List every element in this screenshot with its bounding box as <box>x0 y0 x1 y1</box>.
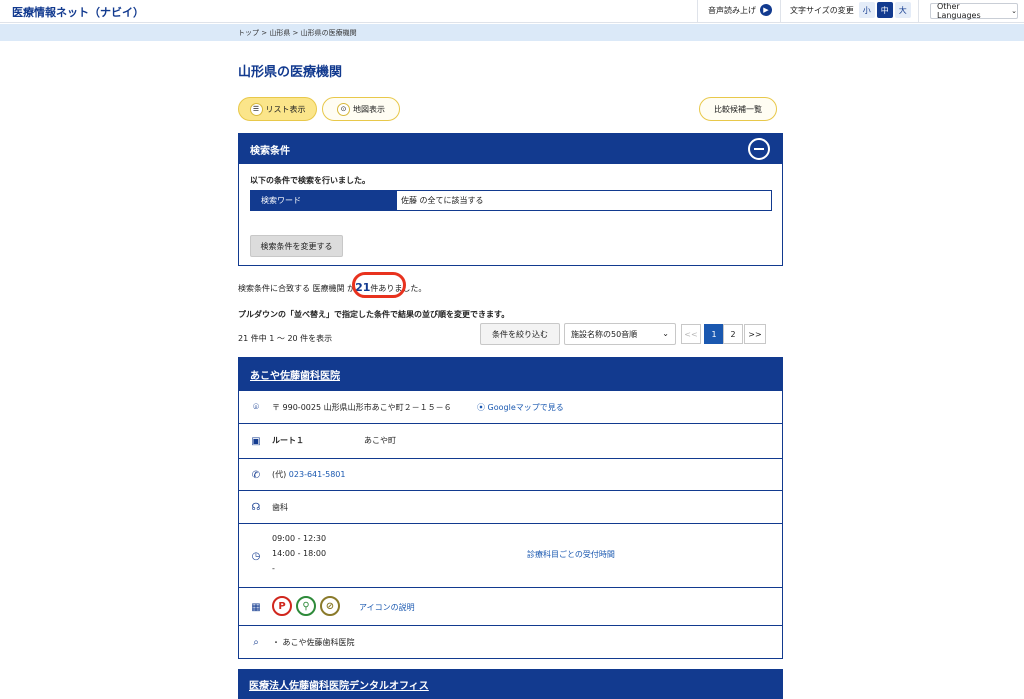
hours-row: ◷ 09:00 - 12:30 14:00 - 18:00 - 診療科目ごとの受… <box>239 523 782 587</box>
list-view-label: リスト表示 <box>265 104 306 114</box>
list-view-button[interactable]: ☰ リスト表示 <box>238 97 317 121</box>
pagination-page-1[interactable]: 1 <box>704 324 724 344</box>
search-keyword-key: 検索ワード <box>251 191 397 210</box>
site-title[interactable]: 医療情報ネット（ナビイ） <box>12 4 144 20</box>
font-size-label: 文字サイズの変更 <box>790 5 854 15</box>
voice-reader-label: 音声読み上げ <box>708 5 756 15</box>
facility-name-link[interactable]: あこや佐藤歯科医院 <box>250 367 340 382</box>
sort-select-value: 施設名称の50音順 <box>571 329 638 339</box>
pagination-page-2[interactable]: 2 <box>723 324 743 344</box>
collapse-icon[interactable] <box>748 138 770 160</box>
top-bar: 医療情報ネット（ナビイ） 音声読み上げ ▶ 文字サイズの変更 小 中 大 Oth… <box>0 0 1024 23</box>
hours-3: - <box>272 564 275 573</box>
voice-reader[interactable]: 音声読み上げ ▶ <box>708 4 772 16</box>
divider <box>918 0 919 23</box>
search-keyword-value: 佐藤 の全てに該当する <box>401 196 484 205</box>
facility-alias: ・ あこや佐藤歯科医院 <box>272 638 355 647</box>
route-row: ▣ ルート１ あこや町 <box>239 423 782 458</box>
hours-2: 14:00 - 18:00 <box>272 549 327 558</box>
google-map-link[interactable]: ⦿ Googleマップで見る <box>477 402 564 413</box>
language-label: Other Languages <box>937 2 981 20</box>
feature-badges: P ⚲ ⊘ <box>272 596 344 616</box>
page-title: 山形県の医療機関 <box>238 65 343 80</box>
divider <box>780 0 781 23</box>
clock-icon: ◷ <box>251 550 261 562</box>
sort-note: プルダウンの「並べ替え」で指定した条件で結果の並び順を変更できます。 <box>238 310 510 319</box>
department-row: ☊ 歯科 <box>239 490 782 523</box>
play-icon[interactable]: ▶ <box>760 4 772 16</box>
search-conditions-header: 検索条件 <box>239 134 782 164</box>
no-smoking-icon: ⊘ <box>320 596 340 616</box>
search-conditions-panel: 検索条件 以下の条件で検索を行いました。 検索ワード 佐藤 の全てに該当する 検… <box>238 133 783 266</box>
font-size-switcher: 文字サイズの変更 小 中 大 <box>790 2 911 18</box>
font-size-small-button[interactable]: 小 <box>858 2 875 18</box>
phone-icon: ✆ <box>251 469 261 481</box>
phone-text: (代) 023-641-5801 <box>272 469 345 480</box>
result-range: 21 件中 1 ～ 20 件を表示 <box>238 334 333 343</box>
chevron-down-icon: ⌄ <box>662 329 669 338</box>
font-size-medium-button[interactable]: 中 <box>876 2 893 18</box>
facility-icons-row: ▦ P ⚲ ⊘ アイコンの説明 <box>239 587 782 625</box>
breadcrumb-bar: トップ > 山形県 > 山形県の医療機関 <box>0 24 1024 41</box>
search-icon: ⌕ <box>253 636 259 648</box>
hours-by-department-link[interactable]: 診療科目ごとの受付時間 <box>527 549 615 560</box>
bus-icon: ▣ <box>251 435 261 447</box>
hours-1: 09:00 - 12:30 <box>272 534 327 543</box>
pagination-prev[interactable]: << <box>681 324 701 344</box>
filter-button[interactable]: 条件を絞り込む <box>480 323 560 345</box>
compare-list-button[interactable]: 比較候補一覧 <box>699 97 777 121</box>
parking-icon: P <box>272 596 292 616</box>
chevron-down-icon: ⌄ <box>1011 7 1017 15</box>
map-view-button[interactable]: ⊙ 地図表示 <box>322 97 400 121</box>
search-conditions-table: 検索ワード 佐藤 の全てに該当する <box>250 190 772 211</box>
search-conditions-title: 検索条件 <box>250 145 290 157</box>
search-conditions-lead: 以下の条件で検索を行いました。 <box>250 176 370 185</box>
facility-card: あこや佐藤歯科医院 ⌾ 〒 990-0025 山形県山形市あこや町２－１５－６ … <box>238 357 783 659</box>
stethoscope-icon: ☊ <box>251 501 261 513</box>
icon-legend-link[interactable]: アイコンの説明 <box>359 602 415 613</box>
divider <box>697 0 698 23</box>
location-pin-icon: ⌾ <box>253 401 259 413</box>
highlight-annotation <box>352 272 406 298</box>
sort-select[interactable]: 施設名称の50音順 ⌄ <box>564 323 676 345</box>
phone-prefix: (代) <box>272 470 287 479</box>
language-select[interactable]: Other Languages ⌄ <box>930 2 1018 20</box>
result-prefix: 検索条件に合致する 医療機関 が <box>238 284 356 293</box>
next-facility-name-link[interactable]: 医療法人佐藤歯科医院デンタルオフィス <box>249 677 429 692</box>
alias-row: ⌕ ・ あこや佐藤歯科医院 <box>239 625 782 658</box>
change-conditions-button[interactable]: 検索条件を変更する <box>250 235 343 257</box>
google-map-link-label: Googleマップで見る <box>487 403 564 412</box>
route-name: ルート１ <box>272 436 304 445</box>
address-row: ⌾ 〒 990-0025 山形県山形市あこや町２－１５－６ ⦿ Googleマッ… <box>239 390 782 423</box>
phone-link[interactable]: 023-641-5801 <box>289 470 346 479</box>
phone-row: ✆ (代) 023-641-5801 <box>239 458 782 490</box>
department-text: 歯科 <box>272 503 288 512</box>
facility-card-next: 医療法人佐藤歯科医院デンタルオフィス <box>238 669 783 699</box>
list-icon: ☰ <box>249 102 263 116</box>
map-view-label: 地図表示 <box>353 104 385 114</box>
map-pin-icon: ⊙ <box>337 102 350 116</box>
pagination-next[interactable]: >> <box>744 324 766 344</box>
building-icon: ▦ <box>251 601 261 613</box>
font-size-large-button[interactable]: 大 <box>894 2 911 18</box>
breadcrumb[interactable]: トップ > 山形県 > 山形県の医療機関 <box>238 28 357 38</box>
barrier-free-icon: ⚲ <box>296 596 316 616</box>
route-stop: あこや町 <box>364 436 396 445</box>
address-text: 〒 990-0025 山形県山形市あこや町２－１５－６ <box>272 403 452 412</box>
facility-card-header: あこや佐藤歯科医院 <box>239 358 782 390</box>
